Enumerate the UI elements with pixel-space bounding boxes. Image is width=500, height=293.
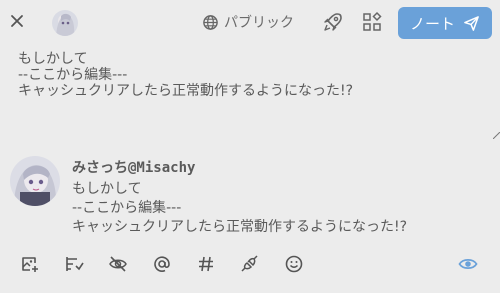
image-add-icon — [20, 254, 40, 274]
poll-icon — [64, 254, 84, 274]
plugin-icon — [240, 254, 260, 274]
emoji-icon — [284, 254, 304, 274]
account-avatar[interactable] — [52, 10, 78, 36]
close-icon — [10, 14, 24, 28]
preview-text: もしかして --ここから編集--- キャッシュクリアしたら正常動作するようになっ… — [72, 180, 407, 237]
emoji-button[interactable] — [283, 253, 305, 275]
rocket-icon — [322, 11, 344, 33]
plugin-button[interactable] — [239, 253, 261, 275]
eye-icon — [458, 254, 478, 274]
widgets-icon — [361, 11, 383, 33]
send-icon — [463, 15, 480, 32]
globe-icon — [202, 14, 219, 31]
mention-icon — [152, 254, 172, 274]
submit-label: ノート — [409, 14, 455, 33]
attach-image-button[interactable] — [19, 253, 41, 275]
visibility-selector[interactable]: パブリック — [202, 11, 294, 33]
preview-line: --ここから編集--- — [72, 200, 182, 216]
close-button[interactable] — [5, 9, 29, 33]
post-form: パブリック ノート もしかして --ここから編集--- キャッシュクリアしたら正… — [0, 0, 500, 293]
preview-toggle-button[interactable] — [457, 253, 479, 275]
submit-note-button[interactable]: ノート — [398, 7, 492, 39]
resize-handle[interactable] — [493, 132, 500, 139]
reaction-acceptance-button[interactable] — [322, 11, 344, 33]
note-text-input[interactable]: もしかして --ここから編集--- キャッシュクリアしたら正常動作するようになっ… — [18, 51, 478, 99]
preview-line: キャッシュクリアしたら正常動作するようになった!? — [72, 219, 408, 235]
preview-line: もしかして — [72, 181, 142, 197]
poll-button[interactable] — [63, 253, 85, 275]
more-options-button[interactable] — [361, 11, 383, 33]
hashtag-icon — [196, 254, 216, 274]
hashtag-button[interactable] — [195, 253, 217, 275]
mention-button[interactable] — [151, 253, 173, 275]
content-warning-button[interactable] — [107, 253, 129, 275]
preview-avatar — [10, 156, 60, 206]
eye-off-icon — [108, 254, 128, 274]
visibility-label: パブリック — [224, 15, 294, 31]
preview-display-name: みさっち@Misachy — [72, 160, 196, 176]
